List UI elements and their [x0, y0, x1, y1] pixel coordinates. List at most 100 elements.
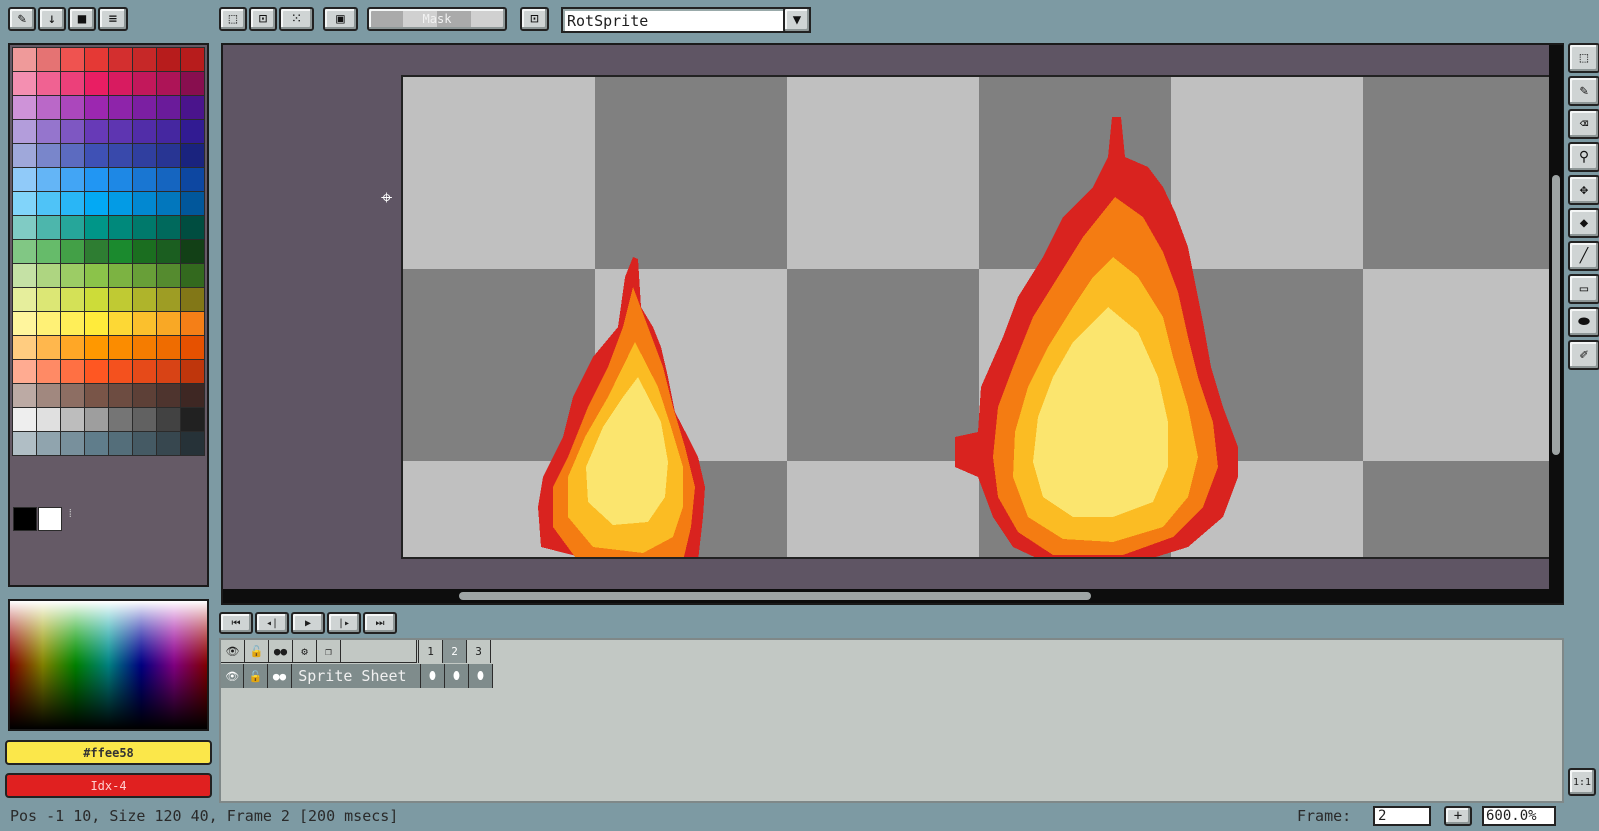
palette-swatch[interactable] — [181, 72, 204, 95]
palette-swatch[interactable] — [133, 288, 156, 311]
layer-row[interactable]: 👁 🔓 ●● Sprite Sheet ⬮ ⬮ ⬮ — [221, 664, 493, 688]
palette-swatch[interactable] — [157, 336, 180, 359]
palette-swatch[interactable] — [37, 120, 60, 143]
palette-swatch[interactable] — [37, 408, 60, 431]
palette-swatch[interactable] — [109, 312, 132, 335]
mask-toggle-button[interactable]: ▣ — [323, 7, 358, 31]
palette-swatch[interactable] — [109, 360, 132, 383]
palette-swatch[interactable] — [133, 192, 156, 215]
palette-swatch[interactable] — [13, 72, 36, 95]
layer-visible-toggle[interactable]: 👁 — [221, 664, 245, 688]
palette-swatch[interactable] — [85, 192, 108, 215]
palette-swatch[interactable] — [133, 144, 156, 167]
dropdown-button[interactable]: ▼ — [783, 7, 811, 33]
palette-swatch[interactable] — [85, 240, 108, 263]
palette-swatch[interactable] — [133, 48, 156, 71]
palette-swatch[interactable] — [181, 384, 204, 407]
palette-swatch[interactable] — [157, 144, 180, 167]
cel-1[interactable]: ⬮ — [421, 664, 445, 688]
menu-button[interactable]: ≡ — [98, 7, 128, 31]
zoom-1-1-button[interactable]: 1:1 — [1568, 768, 1596, 796]
palette-swatch[interactable] — [157, 168, 180, 191]
palette-swatch[interactable] — [85, 48, 108, 71]
palette-swatch[interactable] — [133, 432, 156, 455]
sprite-canvas[interactable] — [401, 75, 1551, 559]
palette-swatch[interactable] — [109, 216, 132, 239]
palette-swatch[interactable] — [85, 120, 108, 143]
cel-3[interactable]: ⬮ — [469, 664, 493, 688]
palette-swatch[interactable] — [61, 72, 84, 95]
play-button[interactable]: ▶ — [291, 612, 325, 634]
palette-swatch[interactable] — [13, 168, 36, 191]
frame-header-2[interactable]: 2 — [443, 640, 467, 663]
palette-swatch[interactable] — [61, 240, 84, 263]
palette-swatch[interactable] — [157, 288, 180, 311]
download-button[interactable]: ↓ — [38, 7, 66, 31]
palette-swatch[interactable] — [181, 336, 204, 359]
palette-swatch[interactable] — [85, 408, 108, 431]
add-frame-button[interactable]: + — [1444, 806, 1472, 826]
palette-swatch[interactable] — [37, 144, 60, 167]
palette-swatch[interactable] — [157, 264, 180, 287]
palette-swatch[interactable] — [37, 336, 60, 359]
editor-area[interactable]: ⌖ — [221, 43, 1564, 605]
layer-link-toggle[interactable]: ●● — [268, 664, 293, 688]
palette-swatch[interactable] — [37, 384, 60, 407]
palette-swatch[interactable] — [61, 288, 84, 311]
palette-swatch[interactable] — [133, 360, 156, 383]
palette-swatch[interactable] — [157, 120, 180, 143]
prev-frame-button[interactable]: ◂| — [255, 612, 289, 634]
rectangle-tool-button[interactable]: ▭ — [1568, 274, 1599, 304]
palette-swatch[interactable] — [181, 240, 204, 263]
palette-swatch[interactable] — [85, 144, 108, 167]
palette-swatch[interactable] — [61, 216, 84, 239]
palette-swatch[interactable] — [37, 264, 60, 287]
palette-swatch[interactable] — [109, 288, 132, 311]
palette-swatch[interactable] — [157, 360, 180, 383]
zoom-input[interactable]: 600.0% — [1482, 806, 1556, 826]
eye-icon[interactable]: 👁 — [221, 640, 245, 662]
palette-swatch[interactable] — [61, 384, 84, 407]
palette-swatch[interactable] — [13, 144, 36, 167]
palette-swatch[interactable] — [37, 240, 60, 263]
palette-swatch[interactable] — [85, 360, 108, 383]
palette-swatch[interactable] — [181, 216, 204, 239]
palette-swatch[interactable] — [133, 168, 156, 191]
palette-swatch[interactable] — [13, 216, 36, 239]
palette-swatch[interactable] — [181, 192, 204, 215]
palette-swatch[interactable] — [61, 120, 84, 143]
palette-swatch[interactable] — [133, 120, 156, 143]
palette-swatch[interactable] — [109, 336, 132, 359]
palette-swatch[interactable] — [61, 264, 84, 287]
fill-tool-button[interactable]: ◆ — [1568, 208, 1599, 238]
palette-swatch[interactable] — [133, 408, 156, 431]
mask-button[interactable]: Mask — [367, 7, 507, 31]
palette-swatch[interactable] — [181, 120, 204, 143]
palette-swatch[interactable] — [109, 168, 132, 191]
link-icon[interactable]: ●● — [269, 640, 293, 662]
palette-swatch[interactable] — [13, 312, 36, 335]
palette-swatch[interactable] — [85, 72, 108, 95]
eyedropper-tool-button[interactable]: ⚲ — [1568, 142, 1599, 172]
palette-swatch[interactable] — [13, 384, 36, 407]
horizontal-scrollbar-thumb[interactable] — [459, 592, 1091, 600]
palette-swatch[interactable] — [157, 192, 180, 215]
palette-swatch[interactable] — [85, 216, 108, 239]
palette-swatch[interactable] — [181, 168, 204, 191]
palette-swatch[interactable] — [133, 72, 156, 95]
palette-swatch[interactable] — [85, 312, 108, 335]
palette-swatch[interactable] — [109, 408, 132, 431]
palette-swatch[interactable] — [37, 216, 60, 239]
palette-swatch[interactable] — [13, 120, 36, 143]
gear-icon[interactable]: ⚙ — [293, 640, 317, 662]
horizontal-scrollbar[interactable] — [223, 589, 1549, 603]
rotation-algorithm-select[interactable]: RotSprite ▼ — [561, 7, 811, 33]
palette-swatch[interactable] — [61, 48, 84, 71]
palette-swatch[interactable] — [109, 96, 132, 119]
palette-swatch[interactable] — [61, 336, 84, 359]
palette-swatch[interactable] — [61, 96, 84, 119]
move-tool-button[interactable]: ✥ — [1568, 175, 1599, 205]
palette-swatch[interactable] — [109, 120, 132, 143]
palette-swatch[interactable] — [109, 264, 132, 287]
palette-swatch[interactable] — [181, 360, 204, 383]
